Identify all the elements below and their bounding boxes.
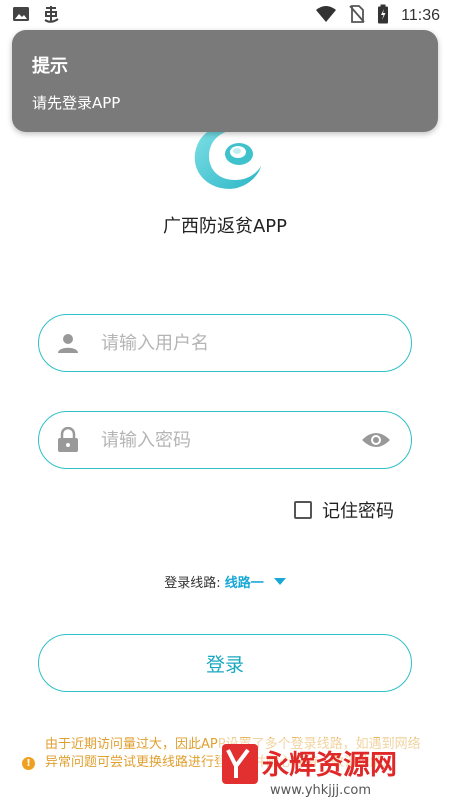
username-field[interactable] bbox=[38, 314, 412, 372]
remember-checkbox[interactable] bbox=[294, 501, 312, 519]
route-label: 登录线路: bbox=[164, 576, 221, 591]
status-bar: 11:36 bbox=[0, 0, 450, 32]
image-icon bbox=[12, 5, 30, 27]
login-button[interactable]: 登录 bbox=[38, 634, 412, 692]
remember-password[interactable]: 记住密码 bbox=[294, 497, 394, 523]
lock-icon bbox=[55, 427, 81, 453]
watermark-url: www.yhkjjj.com bbox=[270, 783, 371, 798]
debug-icon bbox=[42, 4, 62, 28]
status-left bbox=[12, 4, 62, 28]
toast: 提示 请先登录APP bbox=[12, 30, 438, 132]
remember-label: 记住密码 bbox=[322, 501, 394, 522]
app-title: 广西防返贫APP bbox=[162, 216, 288, 237]
battery-icon bbox=[377, 4, 389, 28]
status-time: 11:36 bbox=[401, 7, 440, 24]
route-selector[interactable]: 登录线路: 线路一 bbox=[0, 572, 450, 591]
user-icon bbox=[55, 330, 81, 356]
app-logo bbox=[189, 122, 265, 194]
route-value[interactable]: 线路一 bbox=[225, 572, 264, 591]
toast-message: 请先登录APP bbox=[32, 94, 121, 112]
notice-text: 由于近期访问量过大，因此APP设置了多个登录线路，如遇到网络异常问题可尝试更换线… bbox=[45, 737, 421, 770]
password-field[interactable] bbox=[38, 411, 412, 469]
toast-title: 提示 bbox=[32, 56, 68, 77]
info-icon: ! bbox=[22, 757, 35, 770]
password-input[interactable] bbox=[99, 428, 361, 452]
no-sim-icon bbox=[349, 5, 365, 27]
wifi-icon bbox=[315, 5, 337, 27]
username-input[interactable] bbox=[99, 331, 391, 355]
notice: ! 由于近期访问量过大，因此APP设置了多个登录线路，如遇到网络异常问题可尝试更… bbox=[22, 736, 430, 772]
status-right: 11:36 bbox=[315, 4, 440, 28]
eye-icon[interactable] bbox=[361, 430, 391, 450]
caret-down-icon[interactable] bbox=[273, 578, 286, 585]
